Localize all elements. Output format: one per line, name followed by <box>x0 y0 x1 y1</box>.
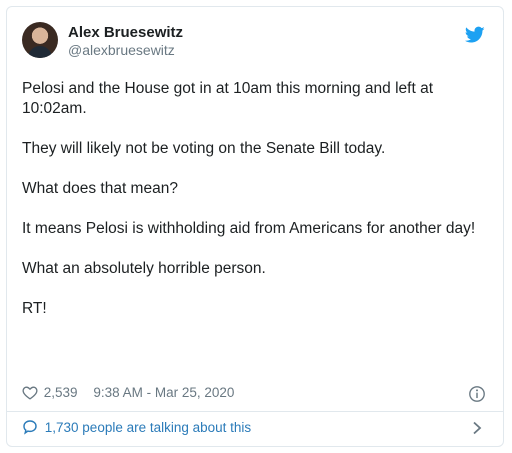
like-count[interactable]: 2,539 <box>44 385 78 400</box>
twitter-bird-icon[interactable] <box>465 26 485 44</box>
tweet-header: Alex Bruesewitz @alexbruesewitz <box>22 22 488 62</box>
tweet-text: Pelosi and the House got in at 10am this… <box>22 79 492 319</box>
author-display-name[interactable]: Alex Bruesewitz <box>68 24 183 42</box>
tweet-paragraph: RT! <box>22 300 47 317</box>
info-icon[interactable] <box>468 385 486 403</box>
conversation-link[interactable]: 1,730 people are talking about this <box>22 419 488 439</box>
tweet-paragraph: It means Pelosi is withholding aid from … <box>22 220 476 237</box>
speech-bubble-icon <box>23 420 37 435</box>
tweet-paragraph: What does that mean? <box>22 180 178 197</box>
divider <box>7 411 503 412</box>
tweet-paragraph: Pelosi and the House got in at 10am this… <box>22 80 433 117</box>
tweet-meta: 2,539 9:38 AM - Mar 25, 2020 <box>22 385 488 403</box>
tweet-paragraph: What an absolutely horrible person. <box>22 260 266 277</box>
heart-icon[interactable] <box>22 385 38 400</box>
tweet-paragraph: They will likely not be voting on the Se… <box>22 140 386 157</box>
author-names[interactable]: Alex Bruesewitz @alexbruesewitz <box>68 24 183 58</box>
conversation-count-link[interactable]: 1,730 people are talking about this <box>45 420 251 435</box>
chevron-right-icon[interactable] <box>472 421 482 435</box>
avatar[interactable] <box>22 22 58 58</box>
embedded-tweet-card: Alex Bruesewitz @alexbruesewitz Pelosi a… <box>6 6 504 447</box>
author-handle[interactable]: @alexbruesewitz <box>68 42 183 58</box>
tweet-timestamp[interactable]: 9:38 AM - Mar 25, 2020 <box>93 385 234 400</box>
